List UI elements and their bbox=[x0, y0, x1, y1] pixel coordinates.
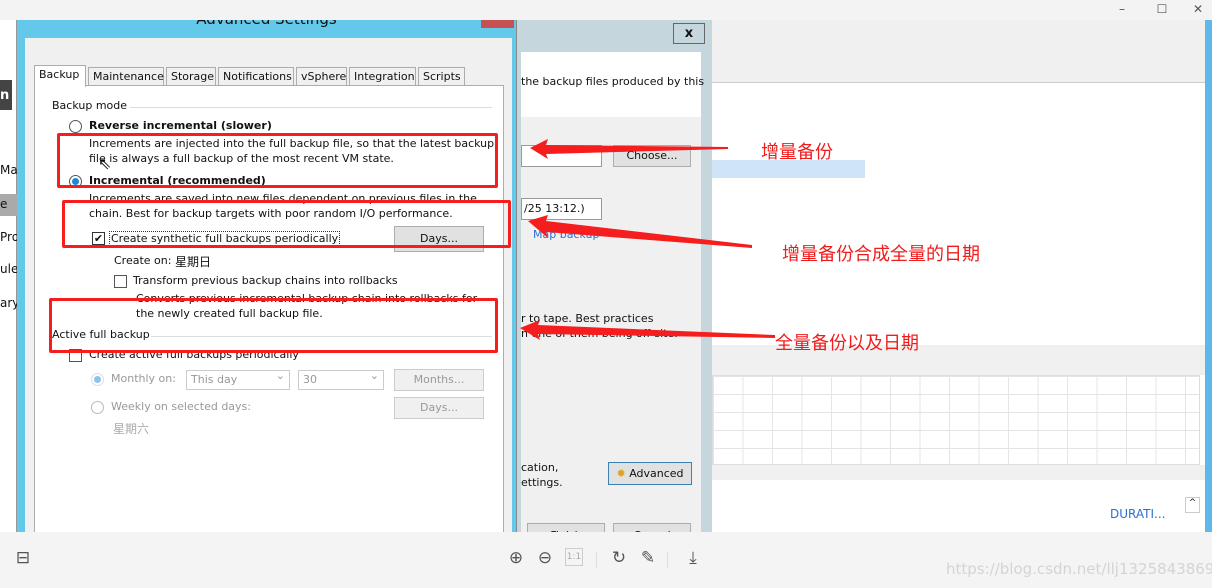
watermark: https://blog.csdn.net/llj13258438698 bbox=[946, 560, 1212, 578]
viewer-toolbar: ⊟ ⊕ ⊖ 1:1 ↻ ✎ ⤓ https://blog.csdn.net/ll… bbox=[0, 532, 1212, 588]
thumbnail-icon[interactable]: ⊟ bbox=[12, 548, 34, 570]
image-viewport: n Ma e Pro ule ary DURATI... ^ x the bac… bbox=[0, 20, 1212, 532]
annotation-synthetic-date: 增量备份合成全量的日期 bbox=[782, 244, 980, 265]
zoom-in-icon[interactable]: ⊕ bbox=[505, 548, 527, 570]
arrow-3 bbox=[520, 320, 775, 340]
annotation-active-full: 全量备份以及日期 bbox=[775, 333, 919, 354]
download-icon[interactable]: ⤓ bbox=[682, 548, 704, 570]
arrow-2 bbox=[528, 215, 752, 248]
arrow-1 bbox=[530, 139, 728, 159]
close-button[interactable]: ✕ bbox=[1188, 2, 1208, 18]
rotate-icon[interactable]: ↻ bbox=[608, 548, 630, 570]
annotation-arrows bbox=[520, 139, 775, 340]
minimize-button[interactable]: – bbox=[1112, 2, 1132, 18]
actual-size-icon[interactable]: 1:1 bbox=[565, 548, 583, 566]
edit-icon[interactable]: ✎ bbox=[637, 548, 659, 570]
zoom-out-icon[interactable]: ⊖ bbox=[534, 548, 556, 570]
maximize-button[interactable]: ☐ bbox=[1152, 2, 1172, 18]
tab-backup[interactable]: Backup bbox=[34, 65, 86, 87]
annotation-incremental: 增量备份 bbox=[761, 142, 833, 163]
